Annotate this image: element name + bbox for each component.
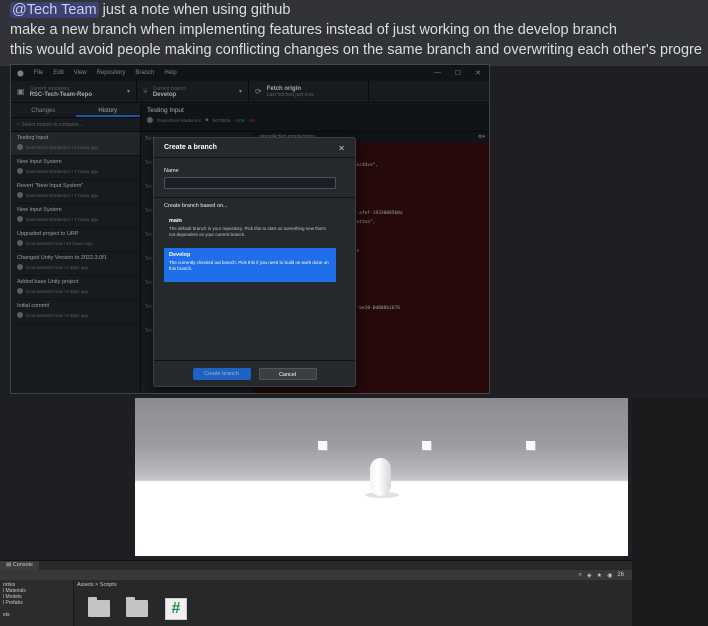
branch-name-input[interactable] (164, 177, 336, 189)
dialog-title-bar: Create a branch ✕ (154, 138, 355, 158)
name-label: Name (164, 168, 179, 174)
scene-cube[interactable] (422, 441, 431, 450)
mention-tech-team[interactable]: @Tech Team (10, 2, 99, 18)
search-icon[interactable]: ⌕ (579, 572, 582, 579)
create-branch-button[interactable]: Create branch (192, 368, 251, 380)
close-icon[interactable]: ✕ (338, 144, 345, 153)
tab-console[interactable]: ▤ Console (0, 561, 39, 570)
dialog-footer: Create branch Cancel (154, 360, 355, 386)
folder-icon[interactable] (88, 597, 110, 617)
message-line-3: this would avoid people making conflicti… (10, 42, 702, 58)
option-name: main (169, 218, 182, 224)
right-edge-strip (694, 66, 708, 396)
message-line-2: make a new branch when implementing feat… (10, 22, 617, 38)
hidden-count-badge: 26 (617, 572, 624, 578)
base-option-main[interactable]: main The default branch in your reposito… (164, 214, 336, 248)
folder-icon[interactable] (126, 597, 148, 617)
eye-icon[interactable]: ◉ (607, 572, 612, 579)
project-tree-item[interactable]: ets (3, 612, 70, 618)
player-capsule[interactable] (370, 458, 391, 496)
star-icon[interactable]: ★ (597, 572, 602, 579)
base-option-develop[interactable]: Develop The currently checked out branch… (164, 248, 336, 282)
create-branch-dialog: Create a branch ✕ Name Create branch bas… (153, 137, 356, 387)
csharp-script-icon[interactable]: # (165, 598, 187, 620)
dialog-title: Create a branch (164, 144, 217, 151)
unity-scene-view[interactable] (135, 398, 628, 556)
scene-cube[interactable] (526, 441, 535, 450)
console-label: Console (12, 562, 33, 568)
github-desktop-window: ⬤ File Edit View Repository Branch Help … (10, 64, 490, 394)
filter-icon[interactable]: ◈ (587, 572, 592, 579)
project-toolbar: ⌕ ◈ ★ ◉ 26 (0, 570, 632, 580)
cancel-button[interactable]: Cancel (258, 368, 317, 380)
project-tree: orites l Materials l Models l Prefabs ets (0, 580, 74, 626)
side-panel-dark (632, 398, 708, 626)
based-on-label: Create branch based on... (164, 203, 228, 209)
chat-message: @Tech Team just a note when using github… (0, 0, 708, 66)
option-desc: The default branch in your repository. P… (169, 226, 326, 237)
message-text: just a note when using github (98, 2, 291, 18)
breadcrumb[interactable]: Assets > Scripts (77, 582, 117, 588)
option-desc: The currently checked out branch. Pick t… (169, 260, 329, 271)
option-name: Develop (169, 252, 191, 258)
message-line-1: @Tech Team just a note when using github (10, 0, 698, 20)
scene-cube[interactable] (318, 441, 327, 450)
console-icon: ▤ (6, 562, 13, 568)
